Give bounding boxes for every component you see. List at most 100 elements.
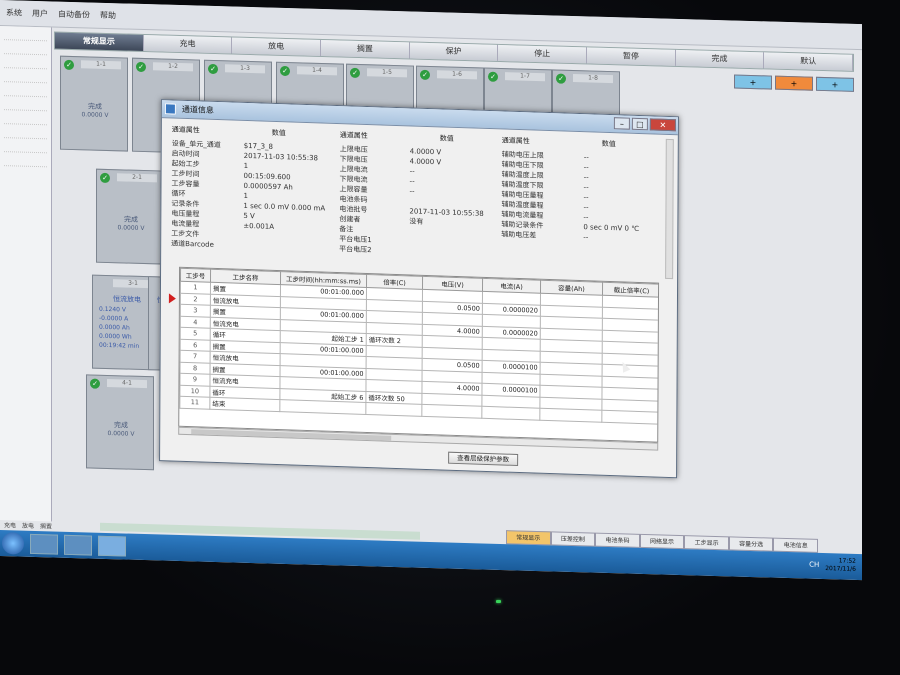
taskbar-app-battery-tester-icon[interactable]	[98, 535, 126, 557]
tab-complete[interactable]: 完成	[675, 49, 765, 69]
check-icon: ✓	[556, 73, 566, 84]
channel-cell[interactable]: ✓ 4-1 完成 0.0000 V	[86, 374, 154, 471]
channel-id: 4-1	[107, 378, 147, 389]
channel-id: 1-1	[81, 60, 121, 70]
tree-row[interactable]	[4, 72, 47, 84]
menu-system[interactable]: 系统	[6, 7, 22, 18]
minimize-icon[interactable]: –	[613, 117, 630, 130]
clock[interactable]: 17:52 2017/11/6	[825, 557, 856, 574]
tab-rest[interactable]: 搁置	[321, 39, 410, 59]
channel-properties: 通道属性 数值 设备_单元_通道 $17_3_8 启动时间 2017-11-03 10…	[167, 124, 664, 280]
tree-row[interactable]	[4, 142, 47, 154]
tree-row[interactable]	[4, 86, 47, 98]
check-icon: ✓	[64, 59, 74, 71]
channel-info-dialog: 通道信息 – □ ✕ 通道属性 数值 设备_单元_通道 $17_3_8 启动时间 20…	[159, 99, 679, 479]
channel-id: 1-8	[573, 74, 613, 84]
table-cell	[421, 404, 482, 418]
tree-row[interactable]	[4, 156, 47, 168]
column-header-step-no[interactable]: 工步号	[180, 268, 211, 283]
tab-battery-barcode[interactable]: 电池条码	[595, 532, 640, 548]
channel-status: 恒流放电	[113, 295, 141, 304]
table-cell	[481, 406, 540, 420]
table-cell: 7	[180, 350, 211, 363]
table-cell: 4	[180, 315, 211, 329]
legend-discharge: 放电	[22, 522, 35, 530]
tab-stop[interactable]: 停止	[498, 44, 588, 64]
tab-pause[interactable]: 暂停	[587, 47, 676, 66]
table-cell: 9	[179, 373, 211, 386]
tree-row[interactable]	[4, 30, 47, 42]
check-icon: ✓	[100, 172, 110, 184]
view-button-2[interactable]: +	[775, 75, 813, 91]
tree-row[interactable]	[4, 128, 47, 140]
tab-capacity-sort[interactable]: 容量分选	[728, 536, 774, 552]
table-cell: 结束	[209, 397, 280, 412]
menu-help[interactable]: 帮助	[100, 10, 116, 21]
view-button-1[interactable]: +	[734, 74, 772, 90]
check-icon: ✓	[280, 65, 290, 77]
tab-discharge[interactable]: 放电	[232, 37, 322, 56]
tab-protect[interactable]: 保护	[409, 42, 499, 61]
view-protection-params-button[interactable]: 查看层级保护参数	[448, 451, 519, 466]
step-table-container: 工步号 工步名称 工步时间(hh:mm:ss.ms) 倍率(C) 电压(V) 电…	[178, 266, 660, 443]
channel-value: 0.0000 V	[107, 430, 135, 438]
legend-charge: 充电	[4, 522, 17, 530]
properties-scrollbar[interactable]	[665, 138, 674, 280]
table-cell	[539, 408, 602, 422]
properties-column-2: 通道属性 数值 上限电压 4.0000 V 下限电压 4.0000 V 上限电流 -- …	[339, 130, 490, 259]
system-tray: CH 17:52 2017/11/6	[809, 557, 856, 574]
tree-row[interactable]	[4, 114, 47, 126]
column-header: 通道属性	[501, 136, 530, 146]
tab-charge[interactable]: 充电	[143, 35, 233, 54]
monitor-frame: 系统 用户 自动备份 帮助 常规显示 充电 放电 搁置 保护 停止 暂停 完成	[0, 0, 900, 675]
step-table: 工步号 工步名称 工步时间(hh:mm:ss.ms) 倍率(C) 电压(V) 电…	[179, 268, 660, 424]
table-cell: 3	[180, 304, 211, 317]
table-cell: 5	[180, 327, 211, 340]
taskbar-app-chart-icon[interactable]	[30, 533, 58, 555]
column-header: 数值	[271, 128, 286, 138]
check-icon: ✓	[350, 67, 360, 79]
channel-id: 1-6	[437, 70, 477, 80]
channel-cell[interactable]: ✓ 2-1 完成 0.0000 V	[96, 168, 164, 265]
menu-auto-backup[interactable]: 自动备份	[58, 9, 90, 21]
channel-id: 2-1	[117, 173, 157, 183]
close-icon[interactable]: ✕	[649, 118, 676, 132]
check-icon: ✓	[488, 71, 498, 82]
channel-current: -0.0000 A	[99, 314, 129, 323]
tab-normal-display[interactable]: 常规显示	[506, 530, 551, 546]
column-header: 数值	[601, 139, 616, 149]
screen: 系统 用户 自动备份 帮助 常规显示 充电 放电 搁置 保护 停止 暂停 完成	[0, 0, 862, 581]
clock-date: 2017/11/6	[825, 565, 856, 573]
channel-capacity: 0.0000 Ah	[99, 323, 130, 332]
view-button-3[interactable]: +	[816, 76, 854, 92]
channel-value: 0.0000 V	[81, 111, 109, 120]
tab-normal-view[interactable]: 常规显示	[55, 32, 144, 52]
tab-battery-info[interactable]: 电池信息	[773, 537, 819, 553]
column-header: 数值	[439, 134, 454, 143]
table-cell: 2	[180, 292, 211, 306]
input-language[interactable]: CH	[809, 561, 819, 569]
table-cell: 6	[180, 338, 211, 352]
channel-id: 1-2	[153, 62, 193, 72]
taskbar-app-window-icon[interactable]	[64, 534, 92, 556]
tab-step-display[interactable]: 工步显示	[684, 535, 729, 551]
channel-tree-panel	[0, 26, 52, 522]
channel-id: 3-1	[113, 279, 153, 289]
tree-row[interactable]	[4, 44, 47, 56]
start-button[interactable]	[2, 532, 24, 555]
channel-cell[interactable]: ✓ 1-1 完成 0.0000 V	[60, 55, 128, 152]
channel-id: 1-4	[297, 66, 337, 76]
channel-time: 00:19:42 min	[99, 341, 140, 350]
table-cell: 1	[180, 281, 211, 294]
tree-row[interactable]	[4, 100, 47, 112]
table-cell	[365, 402, 422, 416]
properties-column-1: 通道属性 数值 设备_单元_通道 $17_3_8 启动时间 2017-11-03 10…	[171, 125, 332, 254]
tree-row[interactable]	[4, 58, 47, 70]
maximize-icon[interactable]: □	[631, 117, 648, 131]
tab-pressure-control[interactable]: 压差控制	[550, 531, 596, 547]
menu-user[interactable]: 用户	[32, 8, 48, 19]
tab-network-display[interactable]: 网络显示	[639, 533, 685, 550]
tab-default[interactable]: 默认	[764, 52, 854, 71]
view-toolbar: + + +	[734, 74, 854, 92]
channel-id: 1-5	[367, 68, 407, 78]
